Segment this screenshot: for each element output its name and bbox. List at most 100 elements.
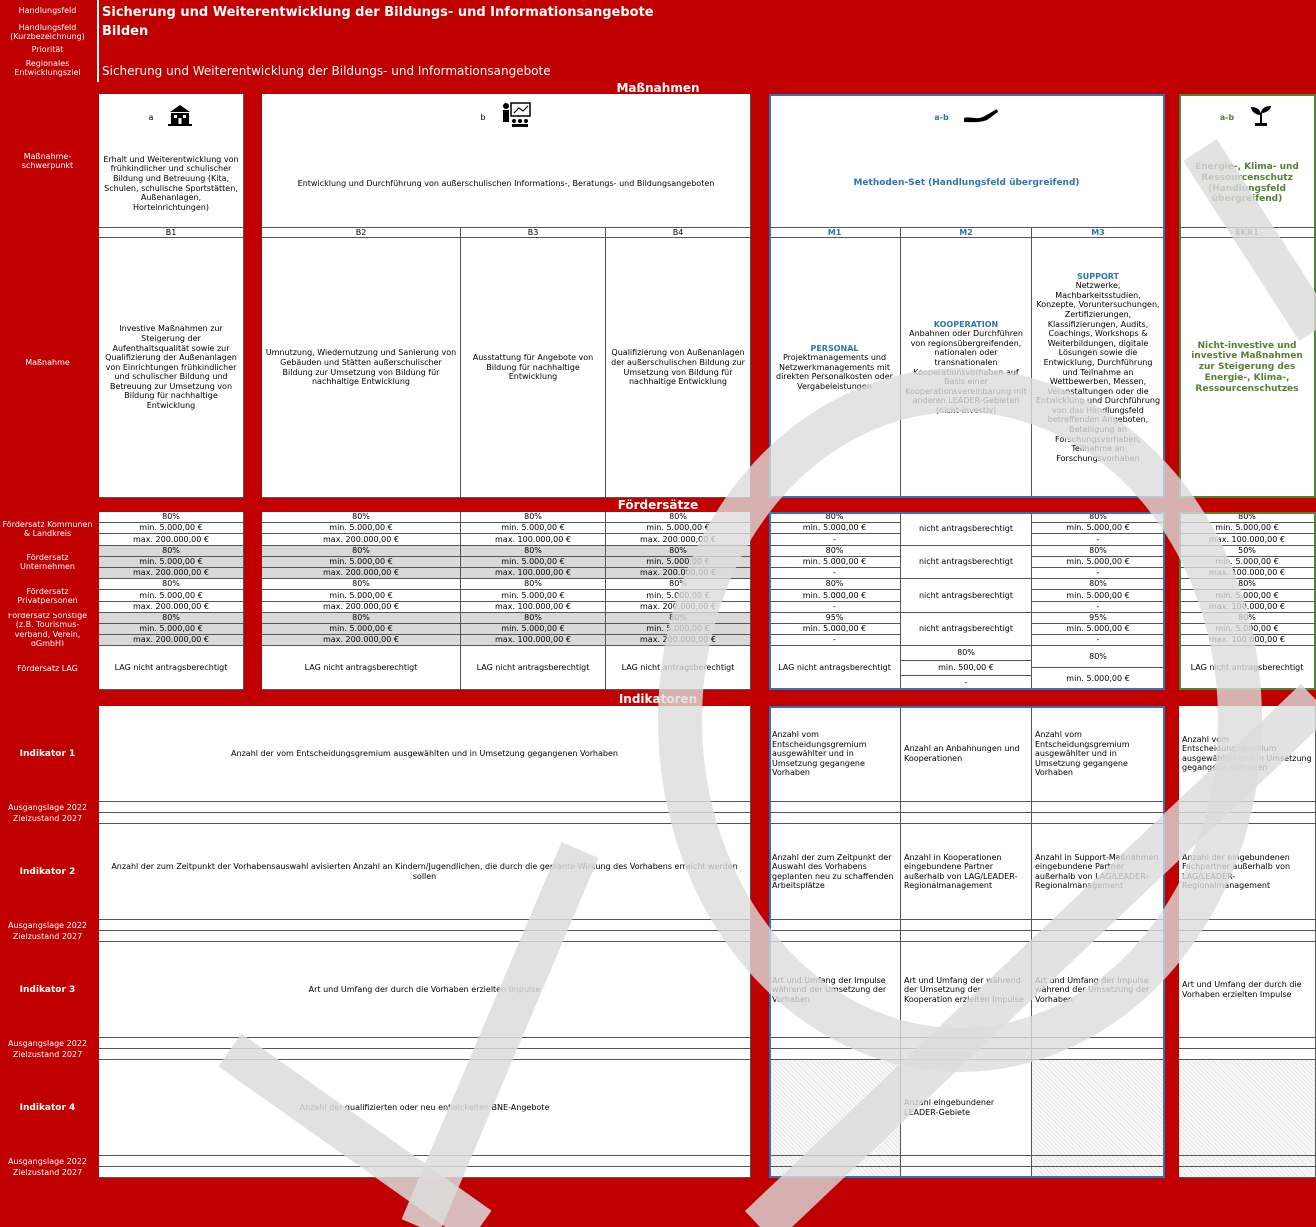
code-B2: B2 <box>262 228 461 238</box>
label-ind3-ziel: Zielzustand 2027 <box>0 1049 95 1061</box>
frame-ekr-top <box>1179 94 1316 498</box>
label-rez: Regionales Entwicklungsziel <box>0 56 95 80</box>
header-divider <box>97 0 99 82</box>
ind4-E-empty <box>1179 1060 1316 1157</box>
foerdersatz-B1-3-0: 80% <box>99 612 244 624</box>
code-B1: B1 <box>99 228 244 238</box>
foerdersatz-B4-0-1: min. 5.000,00 € <box>606 523 751 535</box>
ind1-B: Anzahl der vom Entscheidungsgremium ausg… <box>99 706 751 803</box>
frame-methoden-foerder <box>769 512 1165 691</box>
ind1-ausgang-E <box>1179 802 1316 814</box>
ind3-ausgang-B <box>99 1038 751 1050</box>
label-ind1: Indikator 1 <box>0 706 95 803</box>
massnahme-B2: Umnutzung, Wiedernutzung und Sanierung v… <box>262 238 461 498</box>
ind4-ausgang-B <box>99 1156 751 1168</box>
foerdersatz-B4-3-1: min. 5.000,00 € <box>606 624 751 636</box>
ind4-ziel-E <box>1179 1167 1316 1179</box>
ind1-ausgang-B <box>99 802 751 814</box>
hf-kurz: Bilden <box>102 22 402 40</box>
massnahme-B3: Ausstattung für Angebote von Bildung für… <box>461 238 606 498</box>
foerdersatz-B2-2-2: max. 200.000,00 € <box>262 601 461 613</box>
foerdersatz-B3-2-1: min. 5.000,00 € <box>461 590 606 602</box>
foerdersatz-B2-3-0: 80% <box>262 612 461 624</box>
foerdersatz-B3-1-0: 80% <box>461 545 606 557</box>
massnahme-B1: Investive Maßnahmen zur Steigerung der A… <box>99 238 244 498</box>
ind4-ziel-B <box>99 1167 751 1179</box>
code-B3: B3 <box>461 228 606 238</box>
ind2-E: Anzahl der eingebundenen Fachpartner auß… <box>1179 824 1316 921</box>
foerdersatz-B4-3-0: 80% <box>606 612 751 624</box>
code-B4: B4 <box>606 228 751 238</box>
foerdersatz-B1-3-2: max. 200.000,00 € <box>99 635 244 647</box>
ind4-B: Anzahl der qualifizierten oder neu entwi… <box>99 1060 751 1157</box>
ind2-ausgang-E <box>1179 920 1316 932</box>
foerdersatz-B3-1-1: min. 5.000,00 € <box>461 556 606 568</box>
teacher-icon <box>500 102 532 132</box>
ind3-E: Art und Umfang der durch die Vorhaben er… <box>1179 942 1316 1039</box>
label-ind4-ausgang: Ausgangslage 2022 <box>0 1156 95 1168</box>
label-ind3: Indikator 3 <box>0 942 95 1039</box>
ind2-ziel-B <box>99 931 751 943</box>
label-ind2-ziel: Zielzustand 2027 <box>0 931 95 943</box>
ind3-B: Art und Umfang der durch die Vorhaben er… <box>99 942 751 1039</box>
ind3-ziel-E <box>1179 1049 1316 1061</box>
label-fs_kommunen: Fördersatz Kommunen & Landkreis <box>0 512 95 546</box>
foerdersatz-B2-3-1: min. 5.000,00 € <box>262 624 461 636</box>
foerdersatz-B1-1-2: max. 200.000,00 € <box>99 568 244 580</box>
foerdersatz-B2-1-0: 80% <box>262 545 461 557</box>
foerdersatz-B2-2-0: 80% <box>262 579 461 591</box>
foerdersatz-B1-1-0: 80% <box>99 545 244 557</box>
foerdersatz-lag-B1: LAG nicht antragsberechtigt <box>99 646 244 691</box>
foerdersatz-B2-0-2: max. 200.000,00 € <box>262 534 461 546</box>
ind1-E: Anzahl vom Entscheidungsgremium ausgewäh… <box>1179 706 1316 803</box>
frame-methoden-ind <box>769 706 1165 1179</box>
label-schwerpunkt: Maßnahme-schwerpunkt <box>0 94 95 228</box>
label-ind1-ziel: Zielzustand 2027 <box>0 813 95 825</box>
label-massnahme: Maßnahme <box>0 228 95 498</box>
label-ind4-ziel: Zielzustand 2027 <box>0 1167 95 1179</box>
label-ind4: Indikator 4 <box>0 1060 95 1157</box>
foerdersatz-B2-3-2: max. 200.000,00 € <box>262 635 461 647</box>
ind2-ziel-E <box>1179 931 1316 943</box>
school-icon <box>167 104 193 130</box>
schwerpunkt-letter-b: b <box>480 112 486 122</box>
foerdersatz-B3-3-1: min. 5.000,00 € <box>461 624 606 636</box>
ind2-ausgang-B <box>99 920 751 932</box>
foerdersatz-lag-B2: LAG nicht antragsberechtigt <box>262 646 461 691</box>
foerdersatz-lag-B3: LAG nicht antragsberechtigt <box>461 646 606 691</box>
ind3-ziel-B <box>99 1049 751 1061</box>
foerdersatz-B2-0-0: 80% <box>262 512 461 524</box>
foerdersatz-B1-2-2: max. 200.000,00 € <box>99 601 244 613</box>
ind1-ziel-E <box>1179 813 1316 825</box>
foerdersatz-B3-0-2: max. 100.000,00 € <box>461 534 606 546</box>
foerdersatz-B2-1-2: max. 200.000,00 € <box>262 568 461 580</box>
label-handlungsfeld-kurz: Handlungsfeld (Kurzbezeichnung) <box>0 20 95 44</box>
foerdersatz-lag-B4: LAG nicht antragsberechtigt <box>606 646 751 691</box>
band-indikatoren: Indikatoren <box>0 692 1316 707</box>
foerdersatz-B1-1-1: min. 5.000,00 € <box>99 556 244 568</box>
label-handlungsfeld: Handlungsfeld <box>0 4 95 18</box>
foerdersatz-B3-1-2: max. 100.000,00 € <box>461 568 606 580</box>
ind4-ausgang-E <box>1179 1156 1316 1168</box>
foerdersatz-B4-2-2: max. 200.000,00 € <box>606 601 751 613</box>
frame-ekr-foerder <box>1179 512 1316 691</box>
foerdersatz-B2-0-1: min. 5.000,00 € <box>262 523 461 535</box>
ind1-ziel-B <box>99 813 751 825</box>
rez-text: Sicherung und Weiterentwicklung der Bild… <box>102 60 902 82</box>
foerdersatz-B3-0-0: 80% <box>461 512 606 524</box>
foerdersatz-B1-3-1: min. 5.000,00 € <box>99 624 244 636</box>
foerdertabelle: Handlungsfeld Handlungsfeld (Kurzbezeichn… <box>0 0 1316 1227</box>
label-ind3-ausgang: Ausgangslage 2022 <box>0 1038 95 1050</box>
schwerpunkt-letter-a: a <box>148 112 154 122</box>
label-fs_sonstige: Fördersatz Sonstige (z.B. Tourismus-verb… <box>0 612 95 647</box>
label-fs_privat: Fördersatz Privatpersonen <box>0 579 95 613</box>
foerdersatz-B3-2-2: max. 100.000,00 € <box>461 601 606 613</box>
foerdersatz-B3-0-1: min. 5.000,00 € <box>461 523 606 535</box>
label-ind2-ausgang: Ausgangslage 2022 <box>0 920 95 932</box>
foerdersatz-B4-1-1: min. 5.000,00 € <box>606 556 751 568</box>
label-ind2: Indikator 2 <box>0 824 95 921</box>
foerdersatz-B4-1-2: max. 200.000,00 € <box>606 568 751 580</box>
foerdersatz-B1-2-0: 80% <box>99 579 244 591</box>
label-prioritaet: Priorität <box>0 44 95 56</box>
schwerpunkt-b: b <box>262 94 751 140</box>
